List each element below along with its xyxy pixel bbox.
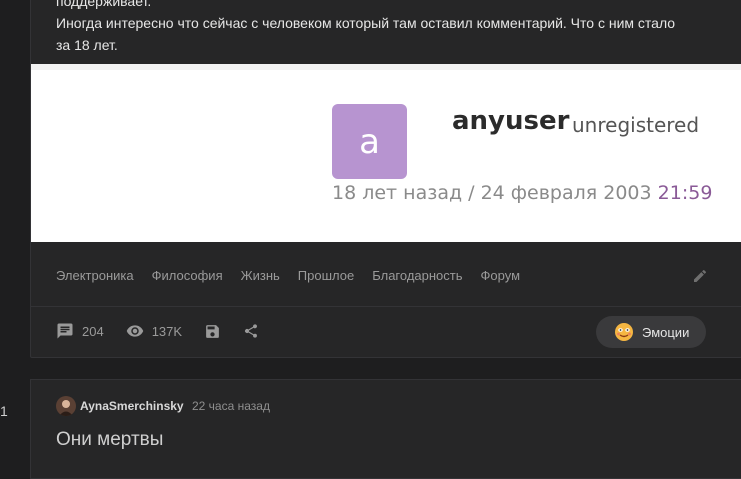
save-icon (206, 324, 219, 338)
embedded-date-text: 18 лет назад / 24 февраля 2003 (332, 182, 652, 204)
comments-count: 204 (82, 323, 104, 339)
avatar-letter: a (359, 121, 380, 162)
comments-stat[interactable]: 204 (56, 322, 104, 340)
tag-item[interactable]: Электроника (56, 268, 134, 283)
comment-author[interactable]: AynaSmerchinsky (80, 399, 184, 413)
views-count: 137K (151, 323, 183, 339)
emoji-face-icon (615, 323, 633, 341)
views-stat: 137K (126, 322, 182, 340)
comment-text: Они мертвы (56, 429, 164, 450)
post-text-line: поддерживает. (56, 0, 152, 9)
emotions-button[interactable]: Эмоции (596, 316, 706, 348)
embedded-user-status: unregistered (572, 113, 700, 137)
divider (31, 306, 741, 307)
tag-item[interactable]: Благодарность (372, 268, 462, 283)
save-button[interactable] (204, 323, 221, 340)
embedded-date: 18 лет назад / 24 февраля 2003 21:59 (332, 182, 712, 204)
post-text-line: за 18 лет. (56, 37, 118, 53)
comment-icon (57, 323, 73, 339)
post-stats: 204 137K (56, 322, 281, 340)
embedded-username: anyuser (452, 106, 570, 136)
emotions-label: Эмоции (642, 324, 690, 340)
tag-item[interactable]: Прошлое (298, 268, 354, 283)
comment-timestamp[interactable]: 22 часа назад (192, 399, 270, 413)
embedded-comment-image: a anyuser unregistered 18 лет назад / 24… (31, 64, 741, 242)
share-button[interactable] (243, 323, 259, 339)
tag-item[interactable]: Философия (152, 268, 223, 283)
tag-item[interactable]: Жизнь (241, 268, 280, 283)
tag-item[interactable]: Форум (481, 268, 521, 283)
eye-icon (126, 325, 143, 337)
post-body: поддерживает. Иногда интересно что сейча… (56, 0, 716, 56)
post-text-line: Иногда интересно что сейчас с человеком … (56, 15, 676, 31)
edit-pencil-icon[interactable] (692, 268, 708, 284)
embedded-avatar: a (332, 104, 407, 179)
share-icon (245, 324, 258, 338)
side-marker: 1 (0, 403, 8, 419)
tag-list: Электроника Философия Жизнь Прошлое Благ… (56, 268, 520, 283)
embedded-time: 21:59 (657, 182, 713, 204)
commenter-avatar[interactable] (56, 396, 76, 416)
